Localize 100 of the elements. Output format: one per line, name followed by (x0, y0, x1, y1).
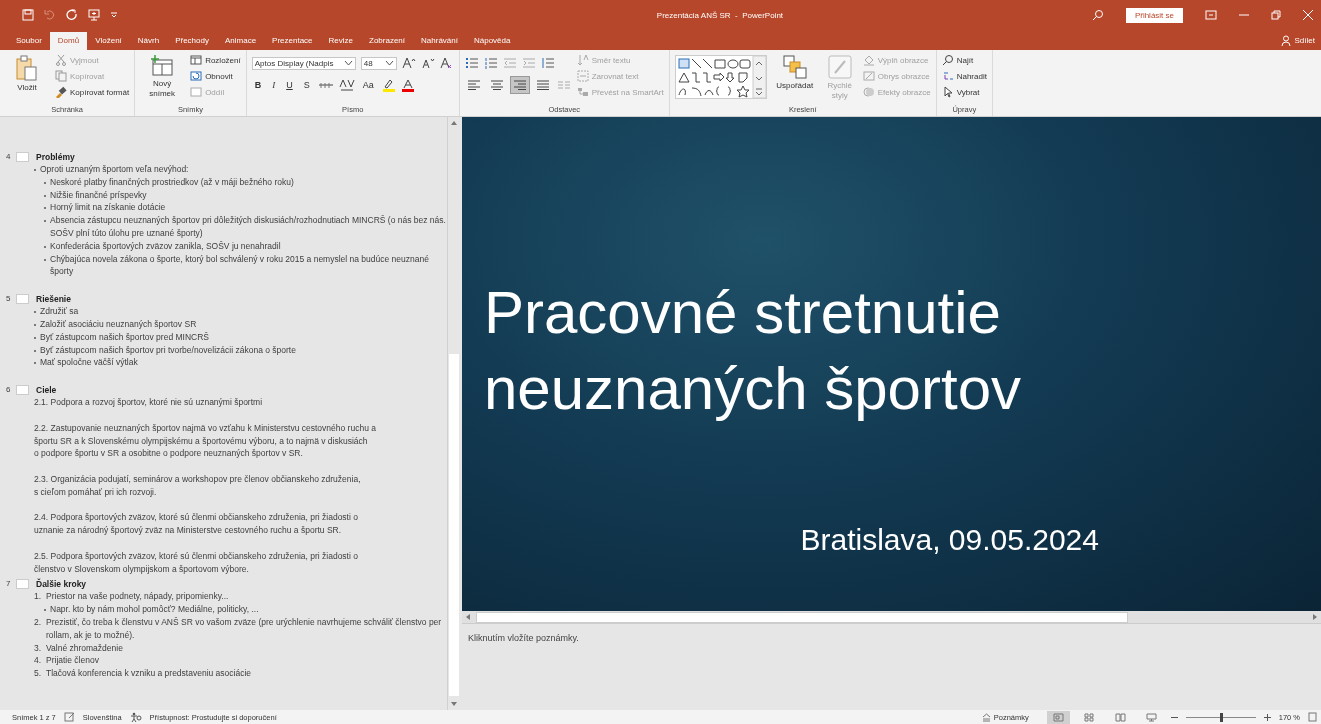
ribbon-display-icon[interactable] (1205, 10, 1217, 20)
outline-text: 2.2. Zastupovanie neuznaných športov najmä vo vzťahu k Ministerstvu cestovného ruchu a (34, 421, 377, 435)
slide-number: 6 (6, 385, 12, 395)
command-icon (55, 70, 67, 82)
outline-text: Priestor na vaše podnety, nápady, pripomienky... (46, 590, 229, 604)
outline-text: s cieľom pomáhať pri ich rozvoji. (34, 485, 158, 499)
ribbon-command[interactable]: Nahradit (941, 69, 987, 83)
ribbon-tab[interactable]: Vložení (87, 32, 130, 50)
normal-view-icon[interactable] (1046, 710, 1070, 724)
command-icon (55, 54, 67, 66)
font-size-field[interactable]: 48 (360, 56, 397, 70)
slide-title: Problémy (36, 151, 75, 162)
scroll-right-icon[interactable] (1311, 613, 1319, 621)
slide-title: Ďalšie kroky (36, 578, 87, 589)
share-label: Sdílet (1294, 36, 1315, 45)
slide-number: 7 (6, 579, 12, 589)
ribbon-command[interactable]: Najít (941, 53, 987, 67)
outline-text: Chýbajúca novela zákona o športe, ktorý bol schválený v roku 2015 a nemyslel na budúce neuznané športy (50, 252, 430, 279)
outline-text: Valné zhromaždenie (46, 641, 123, 655)
ribbon-tab[interactable]: Přechody (167, 32, 217, 50)
ribbon-tab[interactable]: Domů (49, 32, 88, 50)
format-button[interactable]: I (269, 80, 279, 90)
undo-icon[interactable] (44, 9, 56, 21)
ribbon-tab[interactable]: Návrh (129, 32, 168, 50)
slide-canvas[interactable]: Pracovné stretnutie neuznaných športov Bratislava, 09.05.2024 (462, 117, 1321, 611)
outline-text: Založiť asociáciu neuznaných športov SR (40, 317, 197, 331)
accessibility-icon[interactable] (129, 712, 142, 722)
outline-text: Napr. kto by nám mohol pomôcť? Mediálne, politicky, ... (50, 603, 259, 616)
share-button[interactable]: Sdílet (1280, 35, 1315, 46)
outline-text: Konfederácia športových zväzov zanikla, SOŠV ju nenahradil (50, 239, 281, 253)
bullets-icon[interactable] (464, 57, 479, 69)
ribbon-tab[interactable]: Zobrazení (361, 32, 414, 50)
change-case-button[interactable]: Aa (359, 80, 377, 90)
strikethrough-icon[interactable] (317, 80, 334, 90)
ribbon-tab[interactable]: Animace (216, 32, 265, 50)
scroll-thumb[interactable] (476, 611, 1128, 623)
ribbon-command[interactable]: Rozložení (190, 53, 241, 67)
slide-number: 4 (6, 152, 12, 161)
list-number: 4. (34, 654, 43, 668)
scroll-thumb[interactable] (448, 354, 459, 696)
notes-check-icon[interactable] (63, 712, 75, 722)
quick-styles-icon (827, 55, 852, 79)
zoom-in-icon[interactable] (1263, 713, 1271, 721)
presentation-icon[interactable] (88, 9, 100, 21)
highlighter-icon[interactable] (381, 78, 396, 92)
ribbon-tab[interactable]: Revize (320, 32, 361, 50)
align-button[interactable] (510, 77, 529, 93)
outline-text: členstvo v Slovenskom olympijskom a športovom výbore. (34, 562, 250, 576)
fit-to-window-icon[interactable] (1308, 712, 1317, 722)
ribbon-command[interactable]: Vybrat (941, 85, 987, 99)
outline-text: Mať spoločne väčší výtlak (40, 356, 138, 370)
numbering-icon[interactable] (483, 57, 498, 69)
font-name-field[interactable]: Aptos Display (Nadpis (251, 56, 356, 70)
zoom-slider-thumb[interactable] (1219, 712, 1223, 722)
horizontal-scrollbar[interactable] (462, 611, 1321, 624)
save-icon[interactable] (22, 9, 34, 21)
ribbon-tab[interactable]: Nápověda (465, 32, 519, 50)
notes-icon (981, 712, 991, 722)
command-icon (576, 54, 589, 66)
grow-font-icon[interactable] (401, 57, 416, 69)
restore-icon[interactable] (1271, 10, 1281, 20)
outline-text: športu SR a k Slovenskému olympijskému a športovému výboru, a to najmä v diskusiách (34, 434, 369, 448)
shape-gallery-drawing[interactable] (674, 55, 767, 99)
outline-text: Oproti uznaným športom veľa nevýhod: (40, 163, 189, 176)
format-button[interactable]: U (283, 80, 296, 90)
outline-text: uznanie za národný športový zväz na Ministerstve cestovného ruchu a športu SR. (34, 524, 343, 537)
vertical-scrollbar[interactable] (447, 117, 459, 710)
command-icon (55, 86, 67, 98)
ribbon-tab[interactable]: Nahrávání (413, 32, 466, 50)
line-spacing-icon[interactable] (540, 57, 555, 69)
paste-button[interactable]: Vložit (5, 53, 49, 93)
ribbon-command[interactable]: Kopírovat formát (55, 85, 130, 99)
ribbon-tab[interactable]: Prezentace (264, 32, 321, 50)
outline-text: Absencia zástupcu neuznaných športov pri dôležitých diskusiách/rozhodnutiach MINCRŠ (o nás bez nás. SOŠV plní túto úlohu pre uznané športy) (50, 214, 447, 240)
ribbon-command[interactable]: Obnovit (190, 69, 241, 83)
slide-number: 5 (6, 294, 12, 304)
arrange-button[interactable]: Uspořádat (772, 53, 817, 91)
new-slide-button[interactable]: Nový snímek (140, 53, 185, 99)
redo-icon[interactable] (66, 9, 78, 21)
scroll-left-icon[interactable] (464, 613, 472, 621)
close-icon[interactable] (1303, 10, 1313, 20)
font-color-icon[interactable] (400, 78, 415, 92)
format-button[interactable]: B (251, 80, 265, 90)
sign-in-button[interactable]: Přihlásit se (1125, 7, 1183, 23)
customize-caret-icon[interactable] (110, 11, 118, 19)
scroll-up-icon[interactable] (449, 119, 458, 127)
scroll-down-icon[interactable] (449, 700, 458, 708)
outline-text: Byť zástupcom našich športov pri tvorbe/novelizácii zákona o športe (40, 343, 296, 357)
slide-subtitle-text: Bratislava, 09.05.2024 (800, 523, 1099, 557)
command-icon (941, 70, 954, 82)
search-icon[interactable] (1091, 9, 1104, 21)
notes-field[interactable]: Kliknutím vložíte poznámky. (462, 624, 1321, 710)
character-spacing-icon[interactable] (338, 79, 355, 91)
arrange-icon (782, 55, 807, 79)
command-icon (941, 54, 954, 66)
format-button[interactable]: S (300, 80, 313, 90)
ribbon-tab[interactable]: Soubor (8, 32, 50, 50)
clear-format-icon[interactable] (439, 57, 454, 69)
outline-text: Prezistiť, čo treba k členstvu v ANŠ SR vo vašom zväze (pre urýchlenie navrhujeme schváliť členstvo per rollam, ak je to možné). (46, 615, 443, 642)
shrink-font-icon[interactable] (420, 57, 435, 69)
